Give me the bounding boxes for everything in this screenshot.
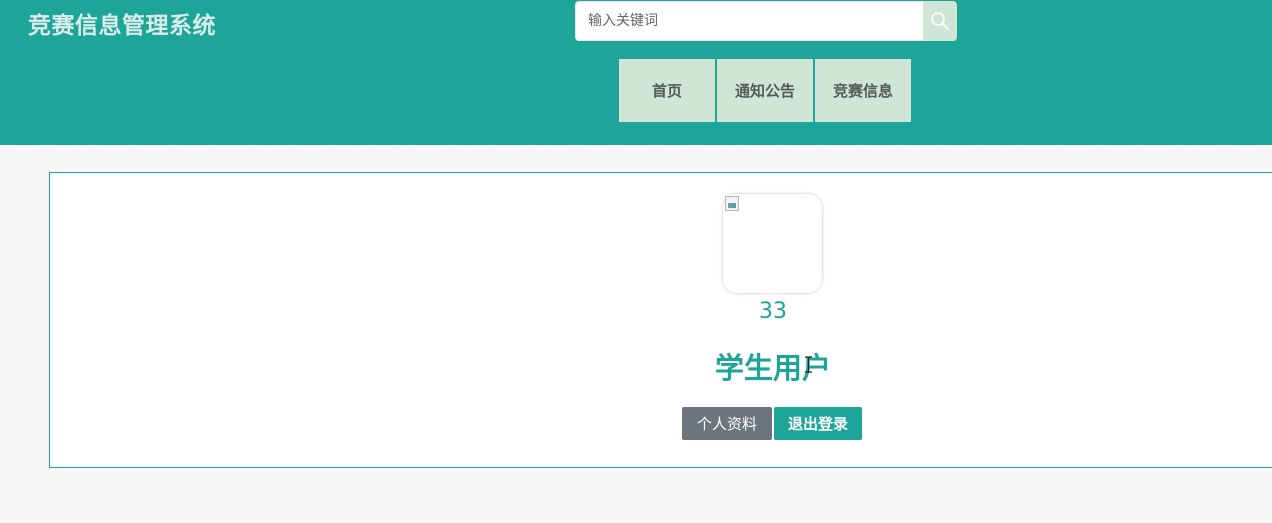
search-icon bbox=[931, 12, 949, 30]
profile-button[interactable]: 个人资料 bbox=[682, 407, 772, 440]
top-header: 竞赛信息管理系统 首页 通知公告 竞赛信息 bbox=[0, 0, 1272, 145]
nav-item-home[interactable]: 首页 bbox=[619, 59, 715, 122]
header-divider bbox=[0, 145, 1272, 147]
search-input[interactable] bbox=[575, 1, 923, 41]
nav-item-competitions[interactable]: 竞赛信息 bbox=[815, 59, 911, 122]
search-bar bbox=[575, 1, 957, 41]
profile-card bbox=[49, 172, 1272, 468]
nav-item-notices[interactable]: 通知公告 bbox=[717, 59, 813, 122]
user-id: 33 bbox=[759, 299, 787, 324]
search-button[interactable] bbox=[923, 1, 957, 41]
main-nav: 首页 通知公告 竞赛信息 bbox=[619, 59, 913, 122]
logout-button[interactable]: 退出登录 bbox=[774, 407, 862, 440]
site-title: 竞赛信息管理系统 bbox=[28, 13, 216, 39]
avatar bbox=[723, 194, 822, 293]
user-name: 学生用户 bbox=[714, 351, 831, 385]
text-cursor-icon bbox=[805, 356, 812, 373]
broken-image-icon bbox=[725, 196, 739, 211]
